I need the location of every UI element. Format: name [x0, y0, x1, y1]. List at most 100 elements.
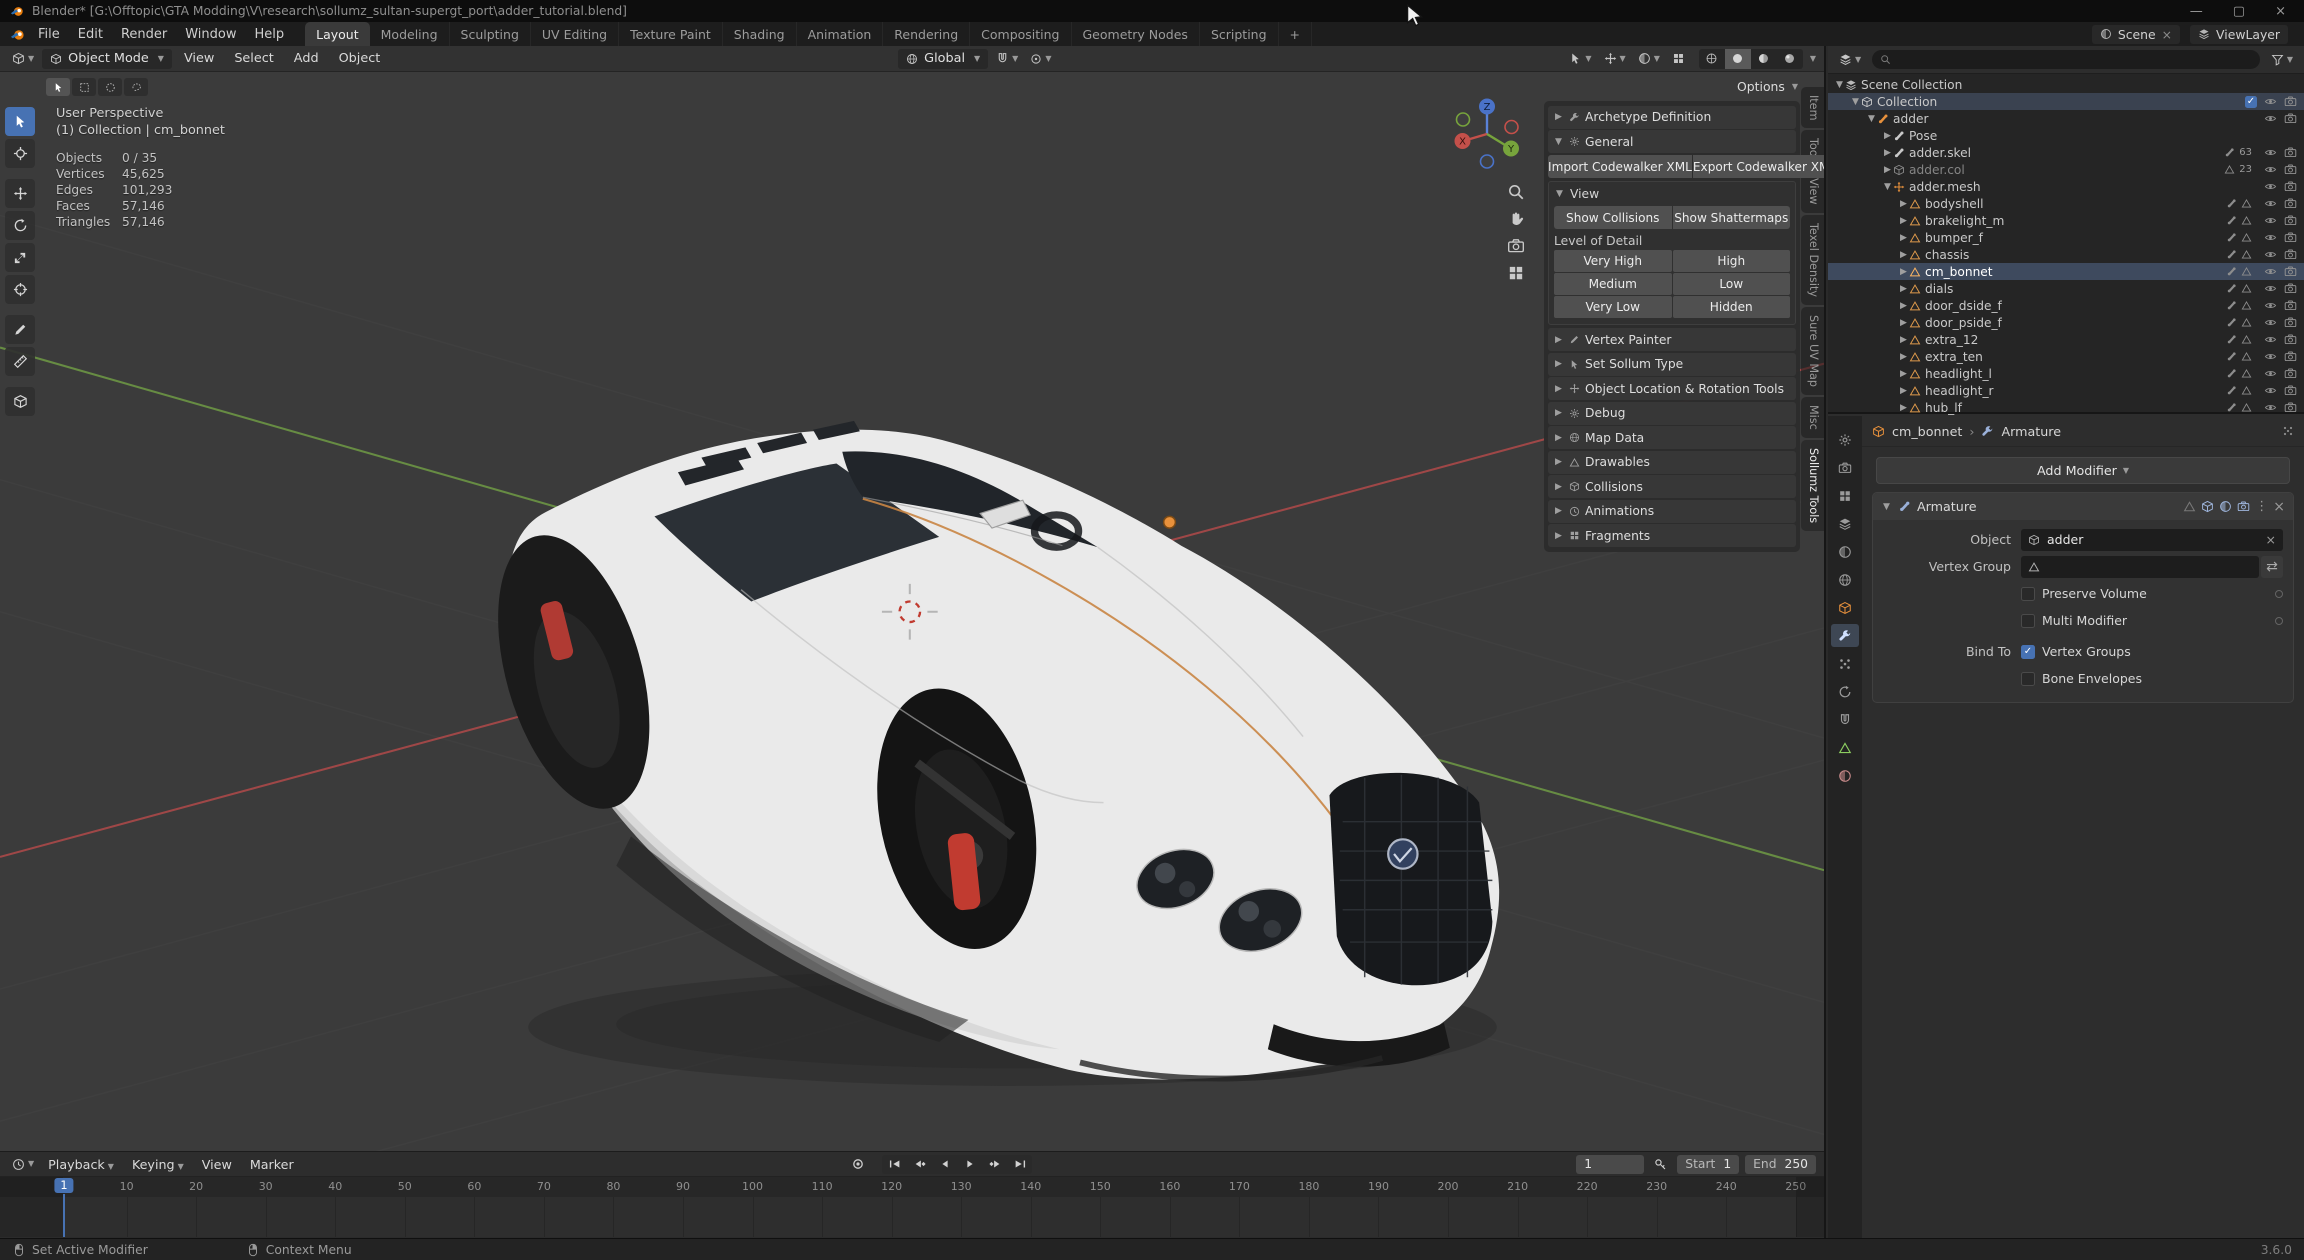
outliner-row-adder-skel[interactable]: ▶adder.skel 63 — [1828, 144, 2304, 161]
eye-icon[interactable] — [2264, 231, 2277, 244]
options-dropdown[interactable]: Options▼ — [1737, 79, 1798, 94]
menu-window[interactable]: Window — [176, 22, 245, 46]
outliner-row-pose[interactable]: ▶Pose — [1828, 127, 2304, 144]
panel-map-data[interactable]: ▶Map Data — [1548, 426, 1796, 449]
outliner-row-mesh[interactable]: ▶chassis — [1828, 246, 2304, 263]
outliner-row-mesh[interactable]: ▶extra_12 — [1828, 331, 2304, 348]
playhead-frame-label[interactable]: 1 — [54, 1178, 73, 1193]
gizmos-toggle-icon[interactable]: ▼ — [1600, 52, 1630, 65]
panel-vertex-painter[interactable]: ▶Vertex Painter — [1548, 328, 1796, 351]
workspace-tab-compositing[interactable]: Compositing — [970, 22, 1071, 46]
timeline-tracks[interactable] — [0, 1197, 1824, 1237]
workspace-tab-modeling[interactable]: Modeling — [370, 22, 450, 46]
proportional-edit-icon[interactable]: ▼ — [1026, 53, 1055, 65]
on-cage-toggle-icon[interactable] — [2183, 500, 2196, 513]
timeline-menu-marker[interactable]: Marker — [242, 1157, 302, 1172]
panel-debug[interactable]: ▶Debug — [1548, 402, 1796, 425]
menu-object[interactable]: Object — [331, 51, 389, 66]
select-lasso-icon[interactable] — [124, 78, 148, 96]
eye-icon[interactable] — [2264, 265, 2277, 278]
play-button[interactable] — [957, 1155, 982, 1174]
import-codewalker-xml-button[interactable]: Import Codewalker XML — [1548, 155, 1692, 178]
edit-mode-toggle-icon[interactable] — [2201, 500, 2214, 513]
eye-icon[interactable] — [2264, 316, 2277, 329]
eye-icon[interactable] — [2264, 180, 2277, 193]
select-box-icon[interactable] — [72, 78, 96, 96]
tool-transform[interactable] — [5, 275, 35, 304]
view-layer-selector[interactable]: ViewLayer — [2190, 25, 2288, 44]
tab-constraints[interactable] — [1831, 708, 1859, 731]
modifier-close-icon[interactable]: × — [2273, 499, 2285, 515]
panel-animations[interactable]: ▶Animations — [1548, 500, 1796, 523]
eye-icon[interactable] — [2264, 350, 2277, 363]
realtime-toggle-icon[interactable] — [2219, 500, 2232, 513]
tab-modifiers[interactable] — [1831, 624, 1859, 647]
tool-annotate[interactable] — [5, 315, 35, 344]
eye-icon[interactable] — [2264, 112, 2277, 125]
sidebar-tab-sure-uv-map[interactable]: Sure UV Map — [1801, 307, 1824, 395]
panel-archetype-definition[interactable]: ▶Archetype Definition — [1548, 106, 1796, 129]
workspace-tab-animation[interactable]: Animation — [797, 22, 884, 46]
outliner-row-adder-mesh[interactable]: ▼adder.mesh — [1828, 178, 2304, 195]
eye-icon[interactable] — [2264, 401, 2277, 414]
eye-icon[interactable] — [2264, 95, 2277, 108]
play-reverse-button[interactable] — [932, 1155, 957, 1174]
object-field[interactable]: adder × — [2021, 529, 2283, 551]
tab-material[interactable] — [1831, 764, 1859, 787]
export-codewalker-xml-button[interactable]: Export Codewalker XML — [1693, 155, 1824, 178]
workspace-tab-sculpting[interactable]: Sculpting — [450, 22, 531, 46]
workspace-tab-texture-paint[interactable]: Texture Paint — [619, 22, 723, 46]
outliner-search-input[interactable] — [1872, 50, 2260, 69]
tab-view-layer[interactable] — [1831, 512, 1859, 535]
object-clear-icon[interactable]: × — [2266, 532, 2276, 547]
camera-icon[interactable] — [2284, 316, 2297, 329]
workspace-tab-shading[interactable]: Shading — [723, 22, 797, 46]
workspace-tab-layout[interactable]: Layout — [305, 22, 370, 46]
timeline-menu-keying[interactable]: Keying▼ — [124, 1157, 192, 1172]
camera-icon[interactable] — [2284, 180, 2297, 193]
eye-icon[interactable] — [2264, 282, 2277, 295]
camera-view-icon[interactable] — [1507, 237, 1525, 255]
panel-object-location-rotation[interactable]: ▶Object Location & Rotation Tools — [1548, 377, 1796, 400]
tool-rotate[interactable] — [5, 211, 35, 240]
modifier-header[interactable]: ▼ Armature ⋮ × — [1873, 493, 2293, 520]
lod-low-button[interactable]: Low — [1673, 273, 1791, 295]
close-button[interactable]: × — [2275, 4, 2286, 19]
eye-icon[interactable] — [2264, 299, 2277, 312]
shading-dropdown-icon[interactable]: ▼ — [1810, 55, 1816, 63]
camera-icon[interactable] — [2284, 282, 2297, 295]
snap-magnet-icon[interactable]: ▼ — [992, 52, 1022, 65]
sidebar-tab-misc[interactable]: Misc — [1801, 397, 1824, 438]
camera-icon[interactable] — [2284, 350, 2297, 363]
keying-set-icon[interactable] — [1648, 1155, 1673, 1174]
tool-measure[interactable] — [5, 347, 35, 376]
workspace-tab-geometry-nodes[interactable]: Geometry Nodes — [1072, 22, 1200, 46]
subpanel-view-header[interactable]: ▼View — [1554, 184, 1790, 204]
overlays-toggle-icon[interactable]: ▼ — [1634, 52, 1664, 65]
multi-modifier-checkbox[interactable] — [2021, 614, 2035, 628]
outliner-row-scene-collection[interactable]: ▼Scene Collection — [1828, 76, 2304, 93]
shading-rendered-icon[interactable] — [1777, 49, 1803, 69]
lod-hidden-button[interactable]: Hidden — [1673, 296, 1791, 318]
camera-icon[interactable] — [2284, 197, 2297, 210]
maximize-button[interactable]: ▢ — [2233, 4, 2245, 19]
camera-icon[interactable] — [2284, 401, 2297, 414]
modifier-extras-icon[interactable]: ⋮ — [2255, 499, 2268, 514]
outliner-row-mesh[interactable]: ▶hub_lf — [1828, 399, 2304, 416]
vertex-groups-checkbox[interactable]: ✓ — [2021, 645, 2035, 659]
camera-icon[interactable] — [2284, 333, 2297, 346]
panel-fragments[interactable]: ▶Fragments — [1548, 524, 1796, 547]
minimize-button[interactable]: — — [2190, 4, 2203, 19]
outliner-row-mesh[interactable]: ▶door_dside_f — [1828, 297, 2304, 314]
workspace-tab-scripting[interactable]: Scripting — [1200, 22, 1279, 46]
camera-icon[interactable] — [2284, 231, 2297, 244]
transform-orientation-dropdown[interactable]: Global▼ — [898, 49, 988, 69]
camera-icon[interactable] — [2284, 112, 2297, 125]
vertex-group-field[interactable] — [2021, 556, 2259, 578]
sidebar-tab-item[interactable]: Item — [1801, 87, 1824, 128]
panel-drawables[interactable]: ▶Drawables — [1548, 451, 1796, 474]
lod-medium-button[interactable]: Medium — [1554, 273, 1672, 295]
panel-general[interactable]: ▼General — [1548, 130, 1796, 153]
tool-move[interactable] — [5, 179, 35, 208]
camera-icon[interactable] — [2284, 384, 2297, 397]
